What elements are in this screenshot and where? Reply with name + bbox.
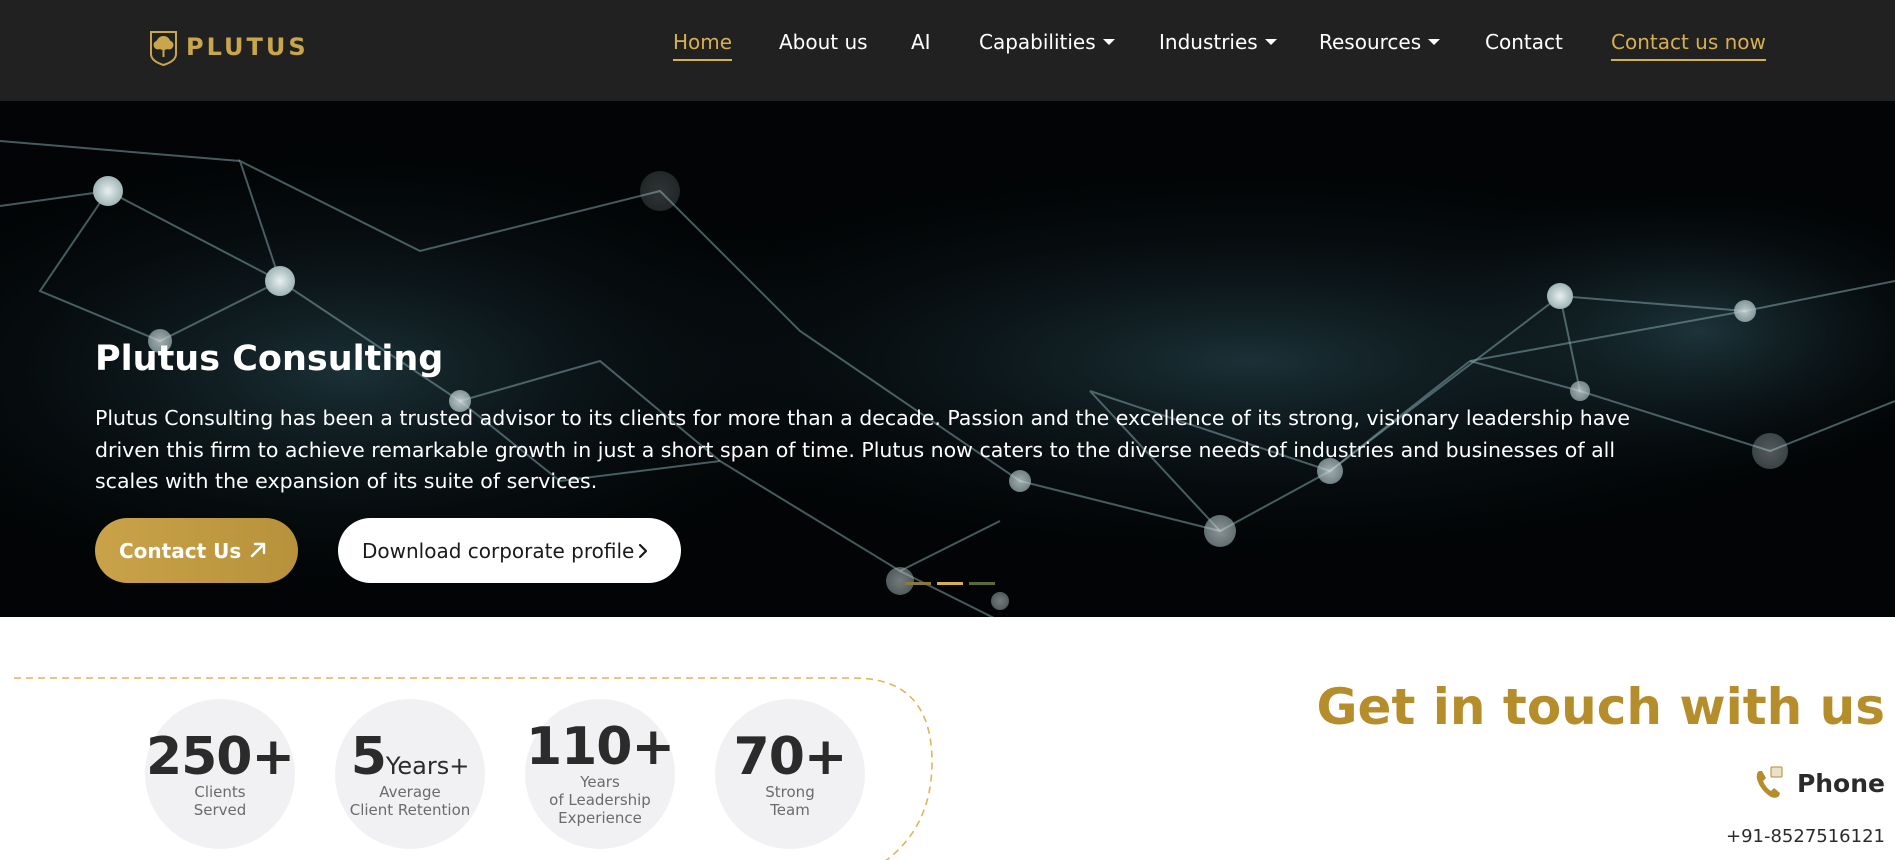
stat-value: 110+ — [525, 717, 675, 777]
stat-value: 5 — [350, 727, 387, 787]
carousel-dot-2[interactable] — [937, 582, 963, 585]
phone-heading: Phone — [1753, 765, 1885, 801]
phone-icon — [1756, 766, 1783, 798]
carousel-indicators — [905, 582, 995, 585]
nav-industries-label: Industries — [1159, 30, 1258, 54]
nav-about-us[interactable]: About us — [779, 28, 868, 56]
stat-value: 70+ — [733, 727, 848, 787]
stat-value: 250+ — [145, 727, 295, 787]
carousel-dot-3[interactable] — [969, 582, 995, 585]
download-corporate-profile-label: Download corporate profile — [362, 538, 635, 563]
contact-us-button[interactable]: Contact Us — [95, 518, 298, 583]
stat-leadership-experience: 110+ Years of Leadership Experience — [525, 699, 675, 849]
stat-suffix: Years+ — [385, 752, 470, 780]
download-corporate-profile-button[interactable]: Download corporate profile — [338, 518, 681, 583]
page: PLUTUS Home About us AI Capabilities Ind… — [0, 0, 1895, 860]
stat-label-line-1: Clients — [194, 783, 246, 801]
stat-label-line-2: of Leadership — [549, 791, 651, 809]
nav-resources[interactable]: Resources — [1319, 28, 1441, 56]
navbar: PLUTUS Home About us AI Capabilities Ind… — [0, 0, 1895, 101]
main-nav: Home About us AI Capabilities Industries… — [0, 28, 1895, 61]
arrow-up-right-icon — [250, 542, 266, 558]
stat-label-line-1: Average — [379, 783, 441, 801]
hero-description: Plutus Consulting has been a trusted adv… — [95, 406, 1630, 493]
chevron-right-icon — [638, 543, 648, 559]
stat-client-retention: 5Years+ Average Client Retention — [335, 699, 485, 849]
stat-label-line-2: Client Retention — [349, 801, 471, 819]
nav-capabilities-label: Capabilities — [979, 30, 1096, 54]
stat-label-line-1: Years — [580, 773, 620, 791]
nav-industries[interactable]: Industries — [1159, 28, 1277, 56]
nav-contact[interactable]: Contact — [1485, 28, 1563, 56]
chevron-down-icon — [1428, 38, 1441, 45]
nav-resources-label: Resources — [1319, 30, 1422, 54]
nav-capabilities[interactable]: Capabilities — [979, 28, 1115, 56]
carousel-dot-1[interactable] — [905, 582, 931, 585]
chevron-down-icon — [1102, 38, 1115, 45]
phone-number[interactable]: +91-8527516121 — [1726, 826, 1885, 847]
stat-clients-served: 250+ Clients Served — [145, 699, 295, 849]
nav-ai[interactable]: AI — [911, 28, 931, 56]
stat-label-line-3: Experience — [558, 809, 642, 827]
nav-contact-us-now[interactable]: Contact us now — [1611, 28, 1766, 61]
hero-title: Plutus Consulting — [95, 339, 444, 379]
stat-label-line-2: Team — [770, 801, 810, 819]
contact-us-button-label: Contact Us — [119, 538, 242, 563]
hero-banner: Plutus Consulting Plutus Consulting has … — [0, 101, 1895, 617]
stat-strong-team: 70+ Strong Team — [715, 699, 865, 849]
stat-label-line-2: Served — [193, 801, 247, 819]
chevron-down-icon — [1264, 38, 1277, 45]
nav-home[interactable]: Home — [673, 28, 733, 61]
stat-label-line-1: Strong — [765, 783, 815, 801]
get-in-touch-heading: Get in touch with us — [1316, 678, 1885, 736]
phone-label: Phone — [1796, 768, 1885, 798]
